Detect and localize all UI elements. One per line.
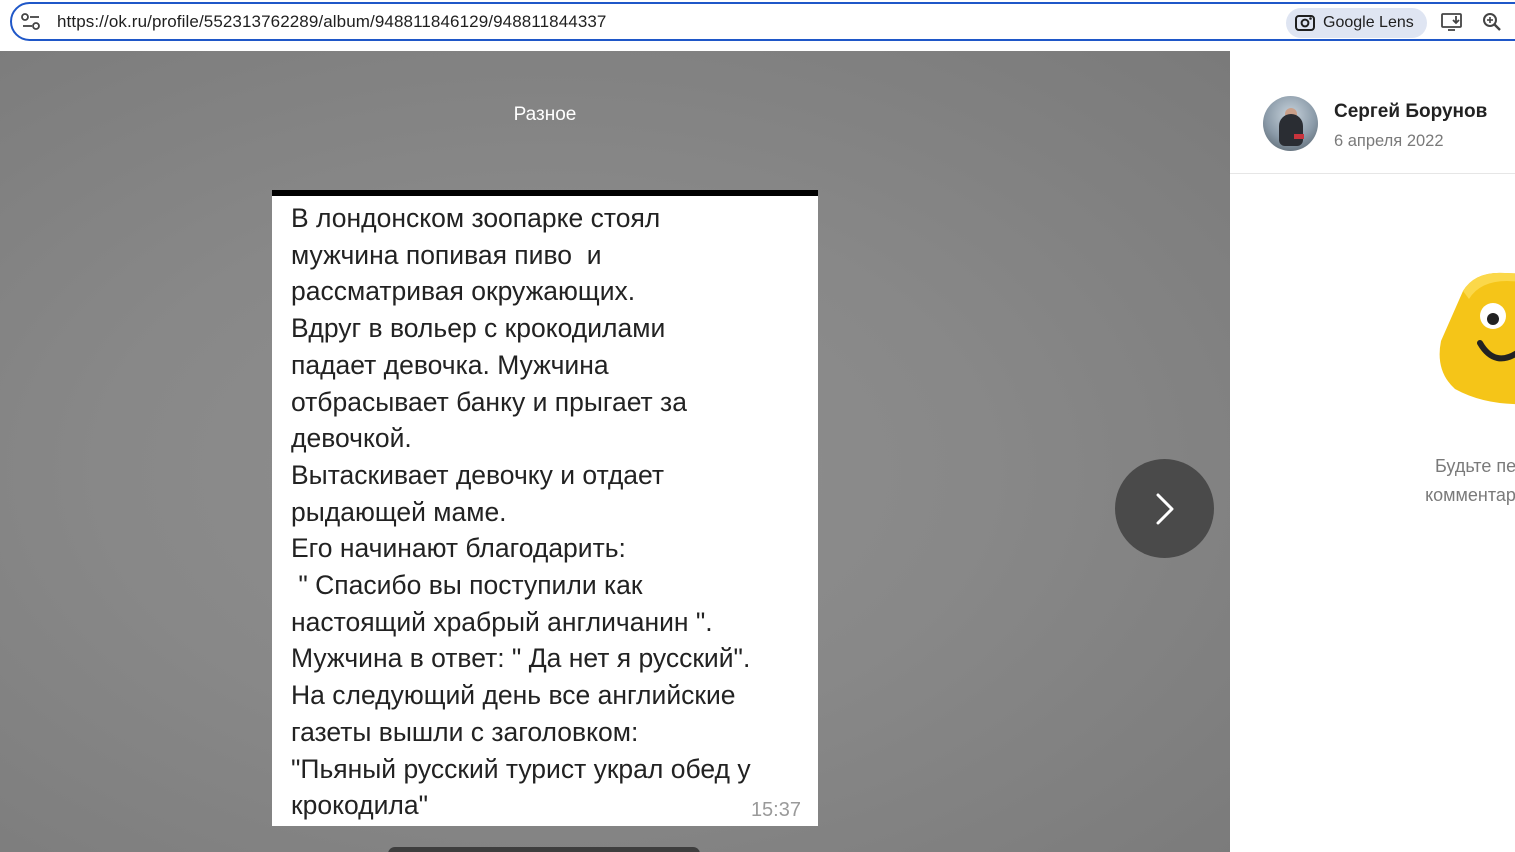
google-lens-button[interactable]: Google Lens <box>1286 8 1427 38</box>
url-text[interactable]: https://ok.ru/profile/552313762289/album… <box>57 12 606 32</box>
browser-toolbar: https://ok.ru/profile/552313762289/album… <box>0 0 1515 51</box>
photo-text: В лондонском зоопарке стоял мужчина попи… <box>291 203 751 821</box>
photo-actions-bar[interactable] <box>388 847 700 852</box>
install-app-icon[interactable] <box>1441 12 1465 32</box>
album-title[interactable]: Разное <box>0 104 1090 126</box>
post-date: 6 апреля 2022 <box>1334 132 1444 150</box>
google-lens-icon <box>1295 15 1315 31</box>
side-panel: Сергей Борунов 6 апреля 2022 Будьте перв… <box>1230 51 1515 852</box>
zoom-icon[interactable] <box>1482 12 1502 32</box>
avatar[interactable] <box>1263 96 1318 151</box>
mascot-icon <box>1439 272 1515 405</box>
empty-comments-text: Будьте первым комментарий к эт <box>1348 452 1515 510</box>
next-photo-button[interactable] <box>1115 459 1214 558</box>
empty-comments-line2: комментарий к эт <box>1425 485 1515 505</box>
author-name[interactable]: Сергей Борунов <box>1334 101 1487 123</box>
photo[interactable]: В лондонском зоопарке стоял мужчина попи… <box>272 190 818 826</box>
google-lens-label: Google Lens <box>1323 14 1414 31</box>
photo-viewer: Разное В лондонском зоопарке стоял мужчи… <box>0 51 1230 852</box>
empty-comments-line1: Будьте первым <box>1435 456 1515 476</box>
tune-icon[interactable] <box>21 13 41 31</box>
author-header: Сергей Борунов 6 апреля 2022 <box>1230 51 1515 174</box>
photo-timestamp: 15:37 <box>750 799 801 821</box>
chevron-right-icon <box>1156 493 1174 525</box>
